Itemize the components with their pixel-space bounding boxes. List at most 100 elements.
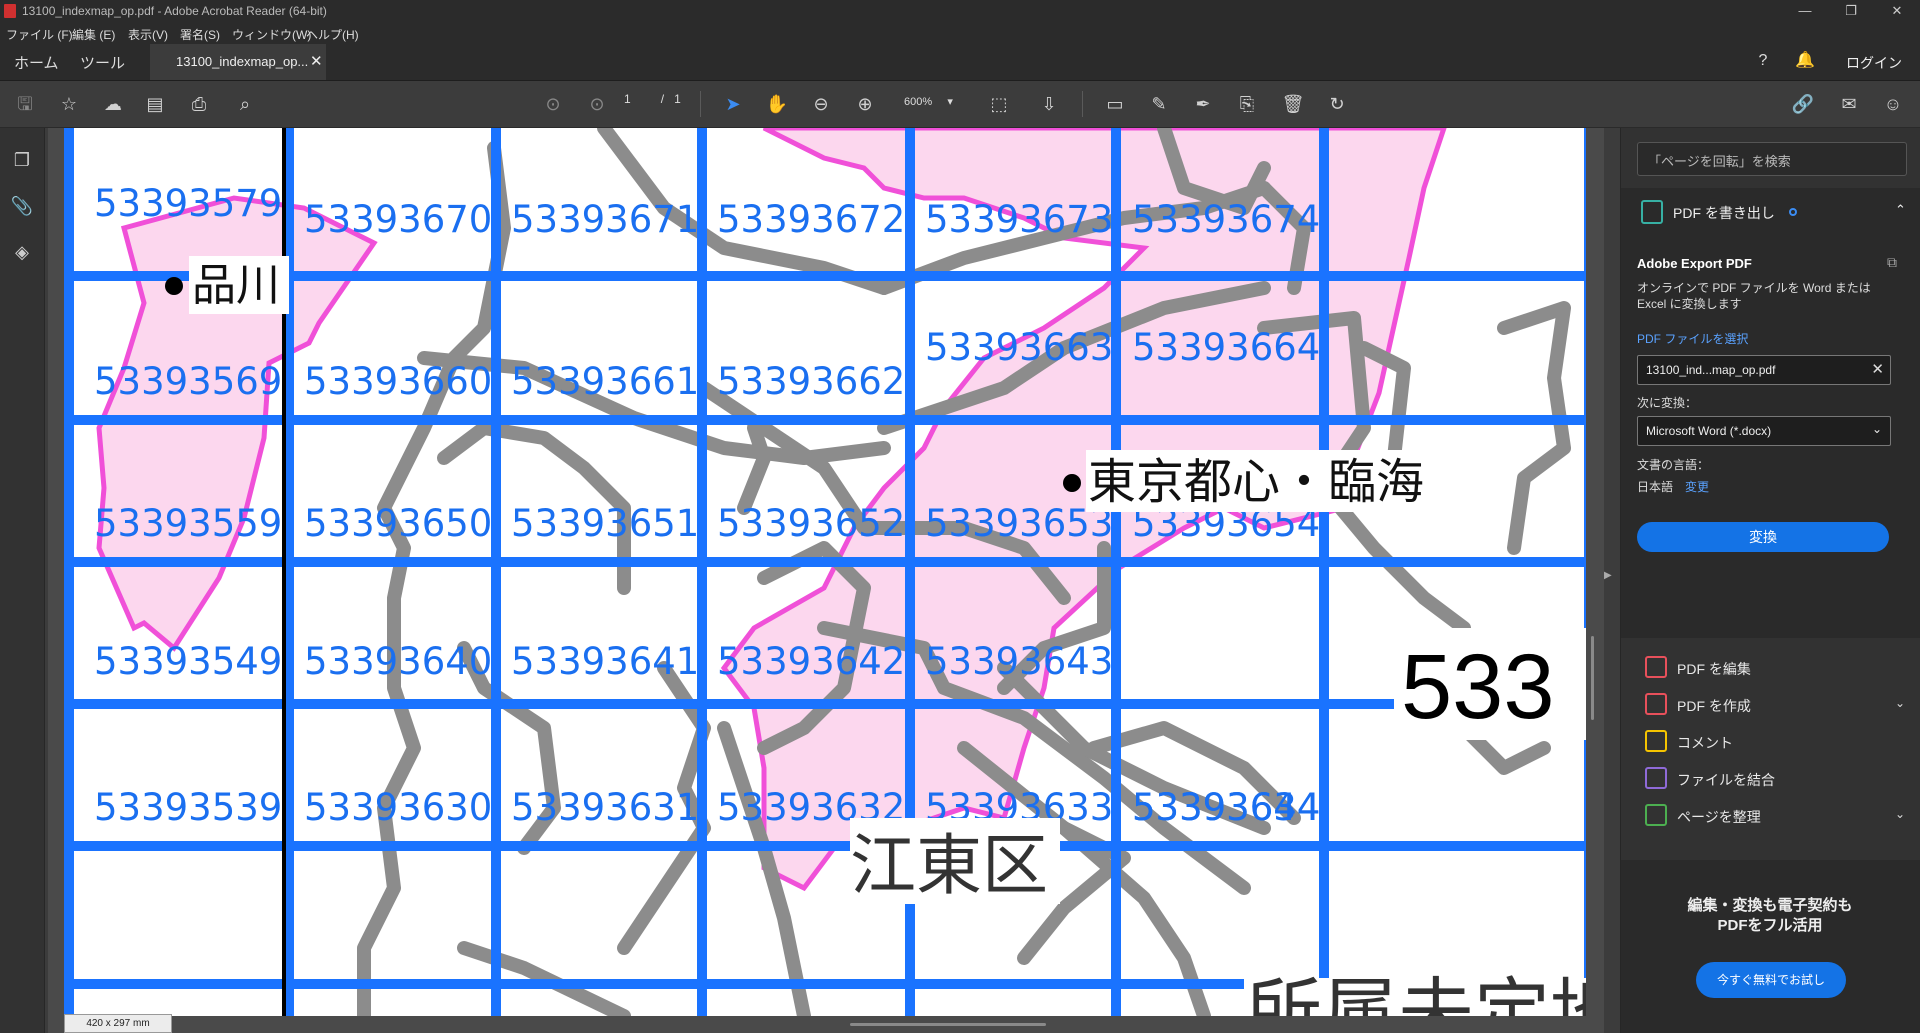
- language-label: 文書の言語：: [1637, 458, 1710, 472]
- scroll-mode-icon[interactable]: ⇩: [1036, 91, 1062, 117]
- menu-help[interactable]: ヘルプ(H): [306, 26, 359, 43]
- page-current[interactable]: 1: [624, 92, 631, 106]
- grid-cell-label: 53393653: [925, 502, 1113, 545]
- help-icon[interactable]: ?: [1752, 50, 1774, 72]
- menu-window[interactable]: ウィンドウ(W): [232, 26, 311, 43]
- search-placeholder: 「ページを回転」を検索: [1648, 154, 1791, 169]
- bell-icon[interactable]: 🔔: [1794, 50, 1816, 72]
- convert-button[interactable]: 変換: [1637, 522, 1889, 552]
- left-navigation-rail: ❐ 📎 ◈: [0, 128, 45, 1033]
- page-number-field[interactable]: 1 / 1: [624, 92, 681, 106]
- toshin-dot: [1063, 474, 1081, 492]
- layers-icon[interactable]: ◈: [10, 240, 34, 264]
- close-tab-icon[interactable]: ✕: [310, 52, 323, 70]
- redo-icon[interactable]: ↻: [1324, 91, 1350, 117]
- star-icon[interactable]: ☆: [56, 91, 82, 117]
- shinagawa-dot: [165, 277, 183, 295]
- save-icon[interactable]: 🖫: [12, 91, 38, 117]
- highlight-icon[interactable]: ✎: [1146, 91, 1172, 117]
- combine-files-tool-icon: [1645, 767, 1667, 789]
- document-viewer[interactable]: 53393579 53393670 53393671 53393672 53393673…: [48, 128, 1604, 1033]
- tool-combine-files-label: ファイルを結合: [1677, 772, 1775, 788]
- selected-file-field[interactable]: 13100_ind...map_op.pdf ✕: [1637, 355, 1891, 385]
- page-total: 1: [674, 92, 681, 106]
- tab-document[interactable]: 13100_indexmap_op... ✕: [150, 44, 326, 80]
- grid-cell-label: 53393630: [304, 786, 492, 829]
- tab-tools[interactable]: ツール: [80, 52, 125, 73]
- collapse-right-panel-icon[interactable]: ▶: [1604, 570, 1612, 581]
- menu-sign[interactable]: 署名(S): [180, 26, 220, 43]
- chevron-up-icon[interactable]: ⌃: [1895, 202, 1906, 218]
- print-icon[interactable]: ⎙: [186, 91, 212, 117]
- menu-view[interactable]: 表示(V): [128, 26, 168, 43]
- chevron-down-icon[interactable]: ⌄: [1895, 807, 1905, 821]
- pages-thumbnail-icon[interactable]: ❐: [10, 148, 34, 172]
- grid-cell-label: 53393559: [94, 502, 282, 545]
- select-pdf-link[interactable]: PDF ファイルを選択: [1637, 330, 1748, 347]
- vertical-scrollbar[interactable]: [1591, 636, 1594, 720]
- chevron-down-icon[interactable]: ⌄: [1895, 696, 1905, 710]
- page-size-badge: 420 x 297 mm: [64, 1014, 172, 1033]
- login-button[interactable]: ログイン: [1846, 53, 1902, 73]
- copy-icon[interactable]: ⧉: [1887, 254, 1897, 271]
- menu-edit[interactable]: 編集 (E): [72, 26, 115, 43]
- export-pdf-icon: [1641, 200, 1663, 224]
- next-page-icon[interactable]: ⊙: [584, 91, 610, 117]
- document-tab-label: 13100_indexmap_op...: [176, 54, 309, 69]
- tab-home[interactable]: ホーム: [14, 52, 59, 73]
- zoom-value: 600%: [904, 96, 933, 108]
- grid-cell-label: 53393651: [511, 502, 699, 545]
- tool-create-pdf[interactable]: PDF を作成 ⌄: [1621, 687, 1920, 723]
- menu-file[interactable]: ファイル (F): [6, 26, 73, 43]
- tool-comment[interactable]: コメント: [1621, 724, 1920, 760]
- zoom-select[interactable]: 600% ▾: [904, 95, 953, 108]
- grid-cell-label: 53393643: [925, 640, 1113, 683]
- select-cursor-icon[interactable]: ➤: [720, 91, 746, 117]
- comment-icon[interactable]: ▭: [1102, 91, 1128, 117]
- hand-tool-icon[interactable]: ✋: [764, 91, 790, 117]
- export-title: Adobe Export PDF: [1637, 256, 1752, 271]
- shinagawa-label: 品川: [192, 260, 280, 311]
- promo-line-1: 編集・変換も電子契約も: [1687, 897, 1853, 914]
- grid-cell-label: 53393641: [511, 640, 699, 683]
- grid-cell-label: 53393652: [717, 502, 905, 545]
- mail-icon[interactable]: ✉: [1836, 91, 1862, 117]
- tools-search-input[interactable]: 「ページを回転」を検索: [1637, 142, 1907, 176]
- link-icon[interactable]: 🔗: [1790, 91, 1816, 117]
- sign-icon[interactable]: ✒: [1190, 91, 1216, 117]
- remove-file-icon[interactable]: ✕: [1871, 360, 1884, 378]
- change-language-link[interactable]: 変更: [1685, 478, 1709, 495]
- share-file-icon[interactable]: ▤: [142, 91, 168, 117]
- convert-format-select[interactable]: Microsoft Word (*.docx) ⌄: [1637, 416, 1891, 446]
- grid-cell-label: 53393579: [94, 182, 282, 225]
- fit-page-icon[interactable]: ⬚: [986, 91, 1012, 117]
- horizontal-scrollbar[interactable]: [850, 1023, 1046, 1026]
- prev-page-icon[interactable]: ⊙: [540, 91, 566, 117]
- grid-cell-label: 53393662: [717, 360, 905, 403]
- attachment-icon[interactable]: 📎: [10, 194, 34, 218]
- grid-cell-label: 53393674: [1132, 198, 1320, 241]
- promo-text: 編集・変換も電子契約も PDFをフル活用: [1620, 896, 1920, 936]
- big-code: 533: [1401, 636, 1555, 738]
- zoom-in-icon[interactable]: ⊕: [852, 91, 878, 117]
- chevron-down-icon: ⌄: [1871, 422, 1882, 436]
- tool-edit-pdf[interactable]: PDF を編集: [1621, 650, 1920, 686]
- big-code-label: 533: [1394, 628, 1586, 740]
- convert-to-label: 次に変換：: [1637, 396, 1698, 410]
- restore-button[interactable]: ❐: [1828, 0, 1874, 22]
- index-map: 53393579 53393670 53393671 53393672 53393673…: [64, 128, 1586, 1016]
- grid-cell-label: 53393631: [511, 786, 699, 829]
- place-label-toshin: 東京都心・臨海: [1063, 450, 1476, 512]
- export-pdf-header[interactable]: PDF を書き出し: [1673, 203, 1775, 223]
- find-icon[interactable]: ⌕: [232, 91, 258, 117]
- tool-combine-files[interactable]: ファイルを結合: [1621, 761, 1920, 797]
- zoom-out-icon[interactable]: ⊖: [808, 91, 834, 117]
- free-trial-button[interactable]: 今すぐ無料でお試し: [1696, 962, 1846, 998]
- delete-icon[interactable]: 🗑: [1280, 91, 1306, 117]
- account-icon[interactable]: ☺: [1880, 91, 1906, 117]
- minimize-button[interactable]: —: [1782, 0, 1828, 22]
- tool-organize-pages[interactable]: ページを整理 ⌄: [1621, 798, 1920, 834]
- cloud-upload-icon[interactable]: ☁: [100, 91, 126, 117]
- edit-pdf-icon[interactable]: ⎘: [1234, 91, 1260, 117]
- close-window-button[interactable]: ✕: [1874, 0, 1920, 22]
